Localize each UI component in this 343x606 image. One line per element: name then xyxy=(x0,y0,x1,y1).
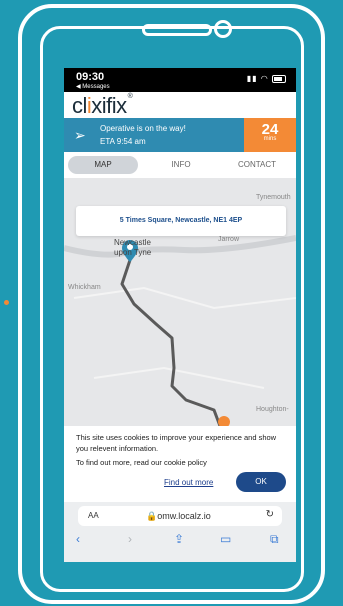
road-shape xyxy=(93,366,265,389)
cookie-banner: This site uses cookies to improve your e… xyxy=(64,426,296,502)
url-bar[interactable]: AA 🔒omw.localz.io ↻ xyxy=(78,506,282,526)
phone-screen: 09:30 ◀ Messages ▮▮ ◠ clixifix® ➢ Operat… xyxy=(64,68,296,562)
text-size-button[interactable]: AA xyxy=(88,511,99,520)
eta-minutes-box: 24 mins xyxy=(244,118,296,152)
tab-info[interactable]: INFO xyxy=(146,156,216,174)
speaker-icon xyxy=(142,24,212,36)
camera-icon xyxy=(214,20,232,38)
clixifix-logo: clixifix® xyxy=(72,93,133,118)
status-icons: ▮▮ ◠ xyxy=(247,74,286,83)
logo-bar: clixifix® xyxy=(64,92,296,118)
back-to-messages[interactable]: ◀ Messages xyxy=(76,83,110,90)
wifi-icon: ◠ xyxy=(260,74,269,83)
map-view[interactable]: Tynemouth Jarrow Whickham Houghton- Newc… xyxy=(64,178,296,426)
map-label-tynemouth: Tynemouth xyxy=(256,194,291,201)
map-label-whickham: Whickham xyxy=(68,284,101,291)
ok-button[interactable]: OK xyxy=(236,472,286,492)
battery-icon xyxy=(272,74,286,83)
map-label-newcastle: Newcastle upon Tyne xyxy=(114,238,152,257)
forward-arrow-icon[interactable]: › xyxy=(128,532,132,546)
route-line xyxy=(120,259,222,426)
tab-bar: MAP INFO CONTACT xyxy=(64,156,296,174)
eta-message: Operative is on the way! xyxy=(100,124,186,133)
url-text: 🔒omw.localz.io xyxy=(146,511,211,521)
tab-contact[interactable]: CONTACT xyxy=(222,156,292,174)
river-shape xyxy=(64,235,296,258)
eta-banner: ➢ Operative is on the way! ETA 9:54 am 2… xyxy=(64,118,296,152)
status-bar: 09:30 ◀ Messages ▮▮ ◠ xyxy=(64,68,296,92)
map-label-houghton: Houghton- xyxy=(256,406,289,413)
operative-marker xyxy=(218,416,230,426)
tab-map[interactable]: MAP xyxy=(68,156,138,174)
orange-dot-icon xyxy=(4,300,9,305)
reload-icon[interactable]: ↻ xyxy=(266,509,274,520)
find-out-more-link[interactable]: Find out more xyxy=(164,478,213,487)
signal-icon: ▮▮ xyxy=(246,74,258,83)
lock-icon: 🔒 xyxy=(146,511,158,521)
address-card: 5 Times Square, Newcastle, NE1 4EP xyxy=(76,206,286,236)
map-label-jarrow: Jarrow xyxy=(218,236,240,243)
back-arrow-icon[interactable]: ‹ xyxy=(76,532,80,546)
bookmarks-icon[interactable]: ▭ xyxy=(220,532,231,546)
browser-toolbar: AA 🔒omw.localz.io ↻ ‹ › ⇪ ▭ ⧉ xyxy=(64,502,296,562)
paper-plane-icon: ➢ xyxy=(74,127,86,143)
tabs-icon[interactable]: ⧉ xyxy=(270,532,279,547)
eta-minutes-label: mins xyxy=(263,136,277,142)
status-time: 09:30 xyxy=(76,71,105,83)
eta-time: ETA 9:54 am xyxy=(100,137,146,146)
cookie-text: This site uses cookies to improve your e… xyxy=(76,433,277,453)
cookie-policy-text: To find out more, read our cookie policy xyxy=(76,458,207,467)
road-shape xyxy=(73,286,296,310)
share-icon[interactable]: ⇪ xyxy=(174,532,184,546)
